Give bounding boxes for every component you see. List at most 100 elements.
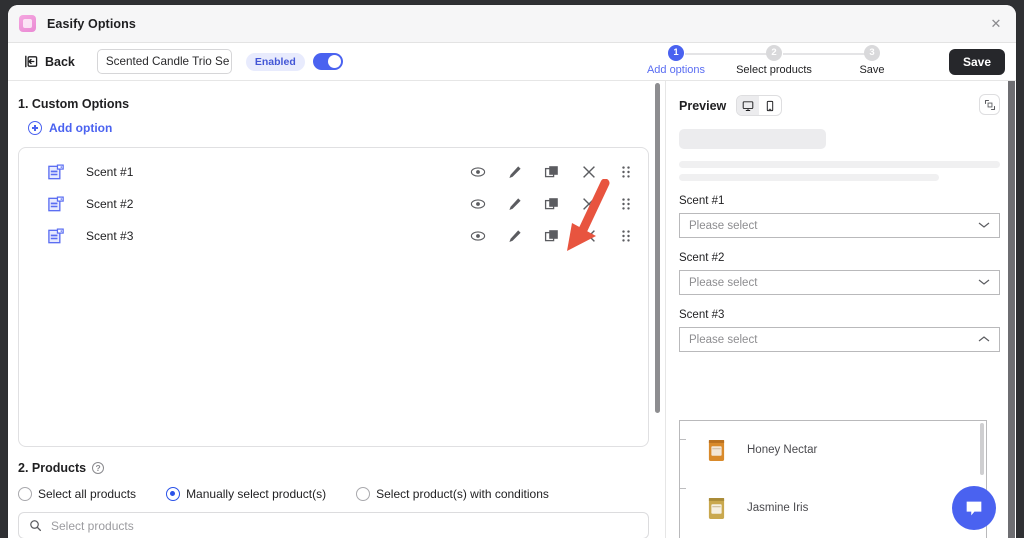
title-bar: Easify Options ✕ xyxy=(8,5,1016,43)
chevron-down-icon xyxy=(978,277,990,289)
duplicate-icon[interactable] xyxy=(544,164,560,180)
drag-handle-icon[interactable] xyxy=(618,196,634,212)
step-number: 3 xyxy=(864,45,880,61)
phone-icon[interactable] xyxy=(759,96,781,115)
preview-field-label: Scent #3 xyxy=(679,309,725,321)
preview-skeleton-line xyxy=(679,174,939,181)
step-add-options[interactable]: 1 Add options xyxy=(627,45,767,76)
option-row[interactable]: Scent #2 xyxy=(19,188,648,220)
add-option-label: Add option xyxy=(49,121,113,135)
radio-label: Manually select product(s) xyxy=(186,487,327,501)
step-label: Select products xyxy=(736,64,812,76)
preview-panel-scrollbar[interactable] xyxy=(1008,81,1015,538)
radio-manually-select-products[interactable]: Manually select product(s) xyxy=(166,487,326,501)
device-toggle xyxy=(736,95,783,116)
preview-select-scent-3[interactable]: Please select xyxy=(679,327,1000,352)
add-option-button[interactable]: Add option xyxy=(18,121,649,135)
wizard-stepper: 1 Add options 2 Select products 3 Save xyxy=(627,45,921,76)
dropdown-focus-outline xyxy=(680,439,686,489)
pencil-icon[interactable] xyxy=(507,196,523,212)
dropdown-item[interactable]: Honey Nectar xyxy=(680,421,986,479)
candle-thumbnail-icon xyxy=(708,439,725,461)
toolbar: Back Scented Candle Trio Se Enabled 1 Ad… xyxy=(8,43,1016,81)
duplicate-icon[interactable] xyxy=(544,228,560,244)
options-list-card: Scent #1 Scent #2 Scent #3 xyxy=(18,147,649,447)
expand-icon xyxy=(984,99,995,110)
close-icon[interactable] xyxy=(581,164,597,180)
dropdown-item[interactable]: Jasmine Iris xyxy=(680,479,986,537)
product-title-input[interactable]: Scented Candle Trio Se xyxy=(96,49,232,74)
preview-panel: Preview Scent #1 Please select Scent #2 … xyxy=(665,81,1016,538)
step-select-products[interactable]: 2 Select products xyxy=(725,45,865,76)
step-number: 1 xyxy=(668,45,684,61)
dropdown-option-icon xyxy=(48,195,64,211)
left-panel: 1. Custom Options Add option Scent #1 Sc… xyxy=(8,81,665,538)
preview-title: Preview xyxy=(679,98,727,113)
radio-select-all-products[interactable]: Select all products xyxy=(18,487,136,501)
dropdown-option-icon xyxy=(48,227,64,243)
option-row[interactable]: Scent #3 xyxy=(19,220,648,252)
product-search-box[interactable] xyxy=(18,512,649,538)
radio-label: Select product(s) with conditions xyxy=(376,487,549,501)
expand-preview-button[interactable] xyxy=(979,94,1000,115)
step-label: Save xyxy=(859,64,885,76)
radio-indicator xyxy=(166,487,181,501)
radio-indicator xyxy=(356,487,371,501)
enabled-badge: Enabled xyxy=(245,52,305,71)
dropdown-item-label: Jasmine Iris xyxy=(747,502,809,514)
chat-bubble-button[interactable] xyxy=(952,486,996,530)
select-value: Please select xyxy=(689,276,758,289)
radio-select-products-with-conditions[interactable]: Select product(s) with conditions xyxy=(356,487,549,501)
save-button[interactable]: Save xyxy=(948,49,1005,75)
products-heading: 2. Products ? xyxy=(18,461,649,475)
chat-bubble-icon xyxy=(966,501,982,516)
close-icon[interactable]: ✕ xyxy=(986,14,1006,34)
step-number: 2 xyxy=(766,45,782,61)
app-logo-icon xyxy=(19,15,36,32)
select-value: Please select xyxy=(689,219,758,232)
custom-options-title: 1. Custom Options xyxy=(18,97,130,111)
back-label: Back xyxy=(45,54,75,69)
scent-3-dropdown-menu: Honey Nectar Jasmine Iris xyxy=(679,420,987,538)
drag-handle-icon[interactable] xyxy=(618,228,634,244)
pencil-icon[interactable] xyxy=(507,228,523,244)
chevron-down-icon xyxy=(978,220,990,232)
option-row[interactable]: Scent #1 xyxy=(19,156,648,188)
product-search-input[interactable] xyxy=(51,518,638,533)
main-body: 1. Custom Options Add option Scent #1 Sc… xyxy=(8,81,1016,538)
app-window: Easify Options ✕ Back Scented Candle Tri… xyxy=(8,5,1016,538)
option-row-actions xyxy=(470,164,634,180)
candle-thumbnail-icon xyxy=(708,497,725,519)
chevron-up-icon xyxy=(978,334,990,346)
step-label: Add options xyxy=(646,64,706,76)
select-value: Please select xyxy=(689,333,758,346)
preview-skeleton-title xyxy=(679,129,826,149)
option-row-actions xyxy=(470,196,634,212)
option-label: Scent #2 xyxy=(86,197,134,211)
eye-icon[interactable] xyxy=(470,164,486,180)
preview-skeleton-line xyxy=(679,161,1000,168)
option-label: Scent #3 xyxy=(86,229,134,243)
left-panel-scrollbar[interactable] xyxy=(655,81,660,538)
dropdown-scrollbar[interactable] xyxy=(980,423,984,475)
preview-header: Preview xyxy=(679,95,1000,116)
enabled-toggle[interactable] xyxy=(312,53,343,70)
pencil-icon[interactable] xyxy=(507,164,523,180)
close-icon[interactable] xyxy=(581,228,597,244)
preview-select-scent-2[interactable]: Please select xyxy=(679,270,1000,295)
step-save[interactable]: 3 Save xyxy=(823,45,921,76)
close-icon[interactable] xyxy=(581,196,597,212)
preview-select-scent-1[interactable]: Please select xyxy=(679,213,1000,238)
eye-icon[interactable] xyxy=(470,196,486,212)
back-button[interactable]: Back xyxy=(19,51,79,72)
duplicate-icon[interactable] xyxy=(544,196,560,212)
drag-handle-icon[interactable] xyxy=(618,164,634,180)
option-row-actions xyxy=(470,228,634,244)
preview-field-label: Scent #2 xyxy=(679,252,725,264)
eye-icon[interactable] xyxy=(470,228,486,244)
dropdown-option-icon xyxy=(48,163,64,179)
question-mark-icon[interactable]: ? xyxy=(92,462,105,474)
monitor-icon[interactable] xyxy=(737,96,760,115)
radio-label: Select all products xyxy=(38,487,137,501)
back-arrow-icon xyxy=(25,55,38,68)
